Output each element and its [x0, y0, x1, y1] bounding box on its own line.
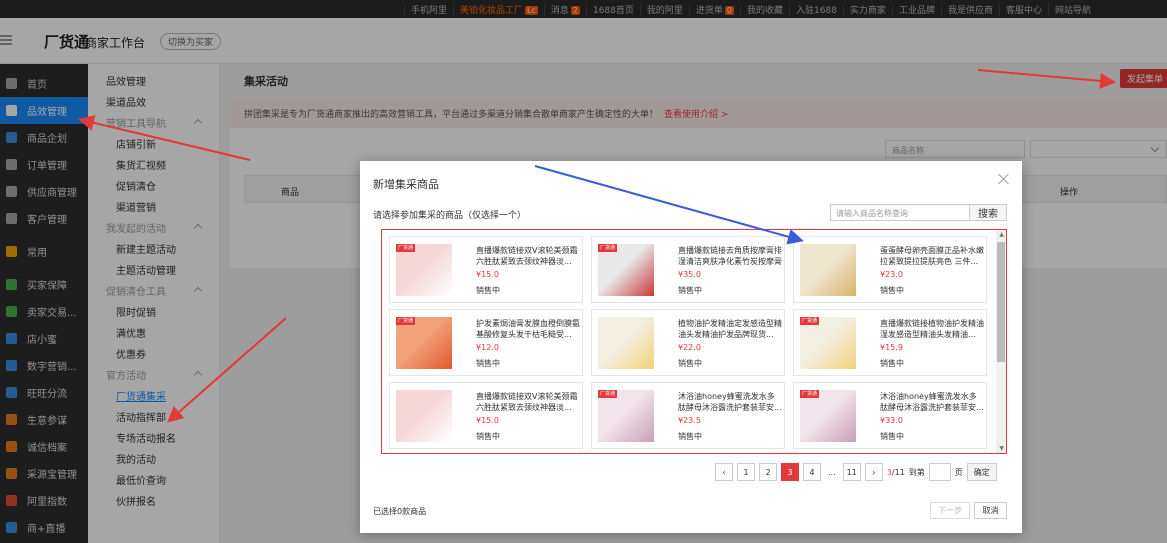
product-card[interactable]: 植物油护发精油定发感造型精油头发精油护发品牌现货... ¥22.0 销售中: [591, 309, 785, 376]
product-tag: 厂货通: [598, 244, 618, 252]
modal-hint: 请选择参加集采的商品（仅选择一个）: [373, 211, 527, 221]
product-tag: 厂货通: [396, 317, 416, 325]
page-number[interactable]: 2: [759, 463, 777, 481]
product-title: 直播爆款链接双V滚轮美颈霜六胜肽紧致去颈纹神器淡...: [476, 246, 578, 266]
page-number[interactable]: 1: [737, 463, 755, 481]
product-thumbnail: [396, 390, 452, 442]
product-title: 沐浴油honey蜂蜜洗发水多肽酵母沐浴露洗护套装菲安...: [880, 392, 984, 412]
product-status: 销售中: [678, 286, 702, 295]
product-price: ¥12.0: [476, 343, 499, 352]
product-card[interactable]: 厂货通 直播爆款链接去角质按摩膏排湿清洁爽肤净化素竹炭按摩膏 ¥35.0 销售中: [591, 236, 785, 303]
page-jump-confirm-button[interactable]: 确定: [966, 463, 997, 481]
product-tag: 厂货通: [800, 317, 820, 325]
product-thumbnail: [598, 317, 654, 369]
page-info: 3/11: [887, 468, 905, 477]
selected-count: 已选择0款商品: [373, 507, 427, 516]
product-status: 销售中: [678, 432, 702, 441]
product-card[interactable]: 厂货通 直播爆款链接双V滚轮美颈霜六胜肽紧致去颈纹神器淡... ¥15.0 销售中: [389, 236, 583, 303]
product-title: 蛋蛋酵母卵壳面膜正品补水嫩拉紧致提拉提肤亮色 三件...: [880, 246, 984, 266]
page-ellipsis: ...: [825, 463, 839, 481]
modal-search-button[interactable]: 搜索: [969, 204, 1007, 221]
product-title: 直播爆款链接双V滚轮美颈霜六胜肽紧致去颈纹神器淡...: [476, 392, 578, 412]
close-icon[interactable]: [998, 173, 1010, 185]
product-card[interactable]: 厂货通 护发素焗油膏发膜血橙倒膜氨基酸修复头发干枯毛糙受... ¥12.0 销售中: [389, 309, 583, 376]
product-price: ¥15.9: [880, 343, 903, 352]
modal-title: 新增集采商品: [373, 178, 439, 191]
product-price: ¥15.0: [476, 416, 499, 425]
product-card[interactable]: 厂货通 直播爆款链接植物油护发精油湿发感造型精油头发精油... ¥15.9 销售中: [793, 309, 987, 376]
product-status: 销售中: [678, 359, 702, 368]
product-price: ¥33.0: [880, 416, 903, 425]
prev-page-icon[interactable]: ‹: [715, 463, 733, 481]
product-status: 销售中: [476, 286, 500, 295]
product-price: ¥23.0: [880, 270, 903, 279]
product-status: 销售中: [476, 359, 500, 368]
product-status: 销售中: [880, 359, 904, 368]
total-pages: /11: [891, 467, 905, 477]
scroll-thumb[interactable]: [997, 242, 1005, 362]
scroll-down-icon[interactable]: ▼: [999, 445, 1004, 452]
product-grid: ▲ ▼ 厂货通 直播爆款链接双V滚轮美颈霜六胜肽紧致去颈纹神器淡... ¥15.0 销…: [381, 229, 1007, 454]
product-card[interactable]: 蛋蛋酵母卵壳面膜正品补水嫩拉紧致提拉提肤亮色 三件... ¥23.0 销售中: [793, 236, 987, 303]
product-tag: 厂货通: [800, 390, 820, 398]
page-jump-input[interactable]: [928, 463, 951, 481]
page-unit-label: 页: [954, 467, 963, 477]
scrollbar[interactable]: ▲ ▼: [996, 230, 1006, 453]
product-card[interactable]: 直播爆款链接双V滚轮美颈霜六胜肽紧致去颈纹神器淡... ¥15.0 销售中: [389, 382, 583, 449]
modal-search-input[interactable]: 请输入商品名称查询: [830, 204, 970, 221]
product-card[interactable]: 厂货通 沐浴油honey蜂蜜洗发水多肽酵母沐浴露洗护套装菲安... ¥23.5 销售中: [591, 382, 785, 449]
product-thumbnail: [800, 244, 856, 296]
product-price: ¥23.5: [678, 416, 701, 425]
product-tag: 厂货通: [598, 390, 618, 398]
goto-label: 到第: [908, 467, 925, 477]
product-price: ¥22.0: [678, 343, 701, 352]
product-status: 销售中: [880, 286, 904, 295]
page-number[interactable]: 4: [803, 463, 821, 481]
product-title: 植物油护发精油定发感造型精油头发精油护发品牌现货...: [678, 319, 782, 339]
product-title: 直播爆款链接植物油护发精油湿发感造型精油头发精油...: [880, 319, 984, 339]
cancel-button[interactable]: 取消: [974, 502, 1007, 519]
page-number[interactable]: 11: [842, 463, 861, 481]
product-title: 直播爆款链接去角质按摩膏排湿清洁爽肤净化素竹炭按摩膏: [678, 246, 782, 266]
next-page-icon[interactable]: ›: [864, 463, 883, 481]
product-title: 沐浴油honey蜂蜜洗发水多肽酵母沐浴露洗护套装菲安...: [678, 392, 782, 412]
next-step-button[interactable]: 下一步: [930, 502, 970, 519]
product-tag: 厂货通: [396, 244, 416, 252]
product-price: ¥15.0: [476, 270, 499, 279]
scroll-up-icon[interactable]: ▲: [999, 231, 1004, 238]
product-title: 护发素焗油膏发膜血橙倒膜氨基酸修复头发干枯毛糙受...: [476, 319, 580, 339]
pagination: ‹ 1 2 3 4... 11 › 3/11 到第 页确定: [715, 463, 997, 481]
product-status: 销售中: [880, 432, 904, 441]
product-card[interactable]: 厂货通 沐浴油honey蜂蜜洗发水多肽酵母沐浴露洗护套装菲安... ¥33.0 销售中: [793, 382, 987, 449]
add-product-modal: 新增集采商品 请选择参加集采的商品（仅选择一个） 请输入商品名称查询 搜索 ▲ …: [360, 161, 1022, 533]
product-price: ¥35.0: [678, 270, 701, 279]
product-status: 销售中: [476, 432, 500, 441]
page-number[interactable]: 3: [781, 463, 799, 481]
